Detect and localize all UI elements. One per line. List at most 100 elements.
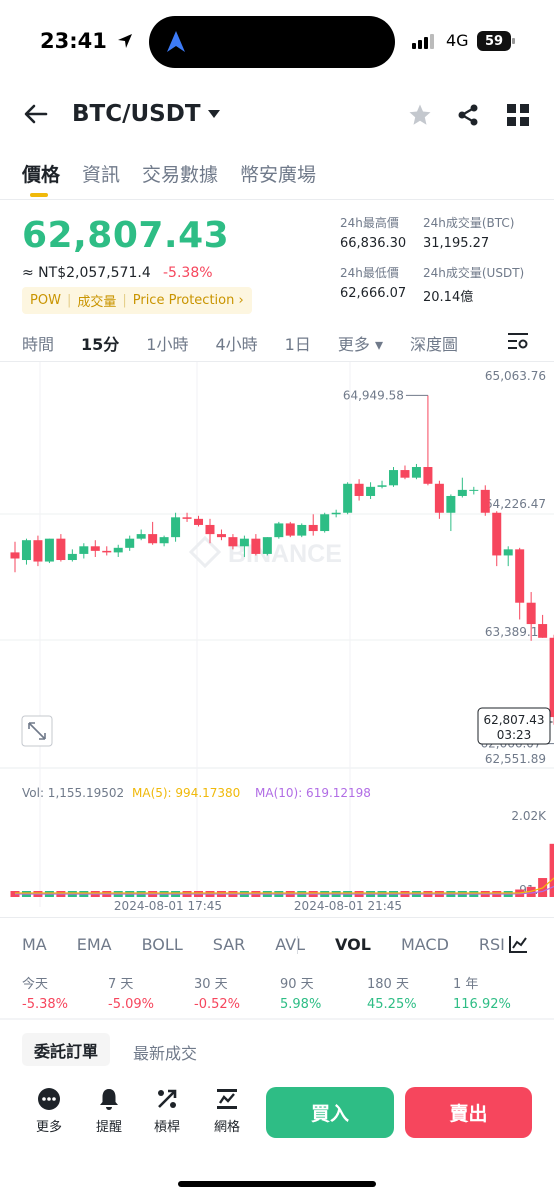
perf-1y: 1 年 116.92%: [453, 977, 511, 1012]
candle-body: [67, 553, 77, 561]
candle-body: [136, 534, 146, 539]
leverage-button[interactable]: 槓桿: [147, 1088, 187, 1135]
last-price: 62,807.43: [22, 215, 230, 256]
perf-7d: 7 天 -5.09%: [108, 977, 154, 1012]
indicator-vol[interactable]: VOL: [335, 935, 371, 954]
tag-pow[interactable]: POW: [30, 293, 61, 308]
interval-time[interactable]: 時間: [22, 331, 54, 355]
indicator-rsi[interactable]: RSI: [479, 935, 505, 954]
pair-title[interactable]: BTC/USDT: [72, 101, 201, 127]
candle-body: [492, 512, 502, 556]
candle-body: [400, 470, 410, 478]
countdown-label: 03:23: [497, 728, 532, 742]
battery-icon: 59: [477, 31, 511, 51]
interval-4h[interactable]: 4小時: [215, 331, 257, 355]
price-tick-label: 65,063.76: [485, 369, 546, 383]
caret-down-icon[interactable]: [208, 110, 220, 118]
interval-bar: 時間 15分 1小時 4小時 1日 更多 ▾ 深度圖: [22, 331, 485, 355]
more-dots-icon: [38, 1088, 60, 1110]
time-axis-label: 2024-08-01 21:45: [294, 899, 402, 913]
tag-price-protection[interactable]: Price Protection ›: [133, 293, 244, 308]
candle-body: [285, 523, 295, 536]
candle-body: [274, 523, 284, 538]
interval-depth[interactable]: 深度圖: [410, 331, 458, 355]
tab-price[interactable]: 價格: [22, 160, 60, 187]
home-indicator[interactable]: [178, 1181, 376, 1187]
candle-body: [56, 538, 66, 561]
tab-latest-trades[interactable]: 最新成交: [133, 1040, 197, 1064]
candle-body: [44, 538, 54, 562]
candle-body: [113, 547, 123, 553]
tabs-divider: [0, 199, 554, 200]
indicator-boll[interactable]: BOLL: [142, 935, 183, 954]
indicator-ema[interactable]: EMA: [77, 935, 112, 954]
star-icon[interactable]: [408, 103, 432, 127]
indicator-avl[interactable]: AVL: [275, 935, 305, 954]
grid-icon[interactable]: [507, 104, 529, 126]
leverage-icon: [158, 1089, 177, 1108]
perf-30d: 30 天 -0.52%: [194, 977, 240, 1012]
volume-usdt-label: 24h成交量(USDT): [423, 266, 525, 280]
tag-separator: |: [66, 293, 72, 308]
kline-chart[interactable]: BINANCE65,063.7664,226.4763,389.1862,551…: [0, 362, 554, 917]
tag-separator: |: [122, 293, 127, 308]
candle-body: [389, 470, 399, 486]
candle-body: [216, 534, 226, 538]
share-icon[interactable]: [456, 103, 480, 127]
candle-body: [297, 524, 307, 536]
indicator-separator: [297, 936, 298, 954]
candle-body: [79, 546, 89, 554]
candle-body: [331, 512, 341, 515]
candle-body: [308, 524, 318, 532]
time-axis-label: 2024-08-01 17:45: [114, 899, 222, 913]
tab-open-orders[interactable]: 委託訂單: [22, 1033, 110, 1066]
chart-settings-icon[interactable]: [507, 331, 529, 351]
tab-underline: [30, 193, 48, 197]
perf-90d: 90 天 5.98%: [280, 977, 322, 1012]
candle-body: [377, 485, 387, 487]
candle-body: [228, 537, 238, 547]
tab-info[interactable]: 資訊: [82, 160, 120, 187]
candle-body: [320, 514, 330, 532]
interval-1d[interactable]: 1日: [285, 331, 311, 355]
section-divider: [0, 1018, 554, 1020]
interval-15m[interactable]: 15分: [81, 331, 119, 355]
volume-usdt-value: 20.14億: [423, 290, 474, 305]
price-tick-label: 62,551.89: [485, 752, 546, 766]
candle-body: [239, 538, 249, 547]
tab-square[interactable]: 幣安廣場: [240, 160, 316, 187]
volume-btc-value: 31,195.27: [423, 236, 490, 251]
interval-more[interactable]: 更多 ▾: [338, 331, 383, 355]
back-arrow-icon[interactable]: [24, 104, 48, 124]
indicator-chart-icon[interactable]: [508, 935, 528, 953]
binance-logo-icon: [188, 535, 222, 569]
volume-tick-label: 2.02K: [511, 809, 547, 823]
high-value: 66,836.30: [340, 236, 407, 251]
price-tick-label: 64,226.47: [485, 497, 546, 511]
candle-body: [33, 540, 43, 562]
indicator-sar[interactable]: SAR: [213, 935, 246, 954]
volume-bar: [549, 843, 554, 897]
tag-volume[interactable]: 成交量: [77, 291, 116, 310]
alert-button[interactable]: 提醒: [89, 1088, 129, 1135]
grid-trading-icon: [217, 1089, 237, 1109]
indicator-ma[interactable]: MA: [22, 935, 47, 954]
buy-button[interactable]: 買入: [266, 1087, 394, 1138]
candle-body: [503, 549, 513, 556]
low-label: 24h最低價: [340, 266, 399, 280]
tab-trading-data[interactable]: 交易數據: [142, 160, 218, 187]
grid-trading-button[interactable]: 網格: [207, 1088, 247, 1135]
last-price-label: 62,807.43: [483, 713, 544, 727]
main-tabs: 價格 資訊 交易數據 幣安廣場: [22, 160, 316, 187]
candle-body: [354, 483, 364, 496]
sell-button[interactable]: 賣出: [405, 1087, 532, 1138]
indicator-macd[interactable]: MACD: [401, 935, 449, 954]
interval-1h[interactable]: 1小時: [146, 331, 188, 355]
price-change: -5.38%: [163, 265, 213, 281]
ma5-line: [15, 877, 554, 894]
bell-icon: [100, 1089, 118, 1110]
ma10-value: MA(10): 619.12198: [255, 786, 371, 800]
signal-icon: [412, 34, 434, 49]
indicator-divider: [0, 917, 554, 918]
more-button[interactable]: 更多: [29, 1088, 69, 1135]
